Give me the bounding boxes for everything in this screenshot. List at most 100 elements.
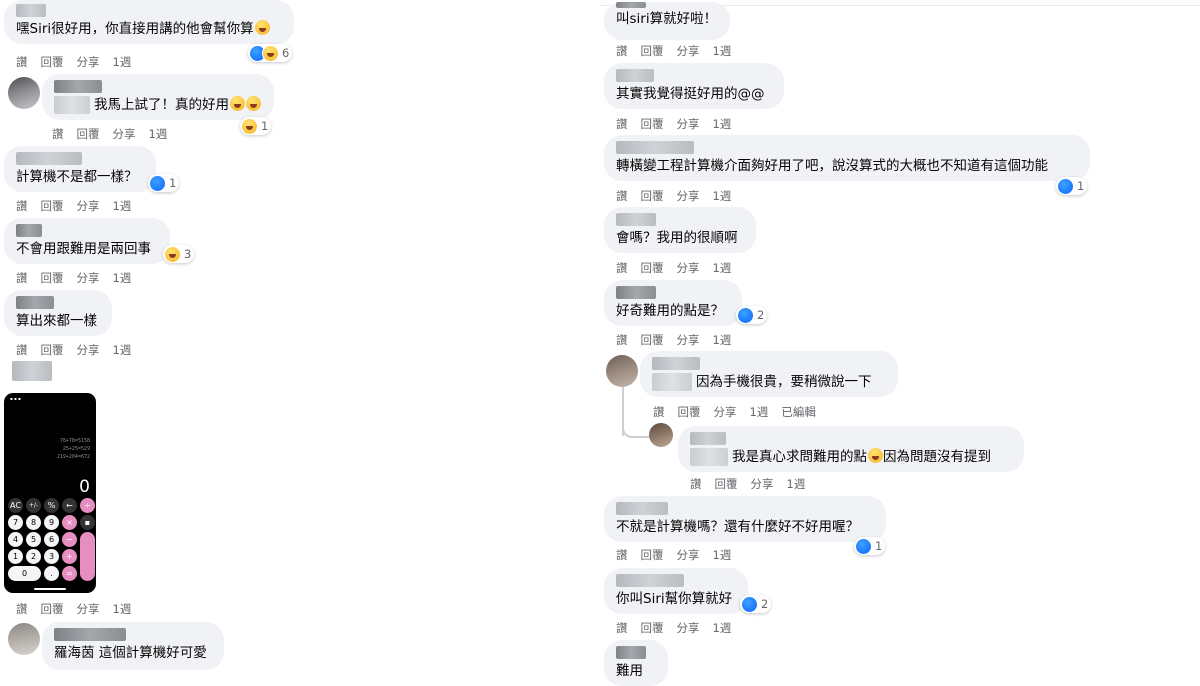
like-link[interactable]: 讚 bbox=[616, 548, 628, 562]
comment-bubble: 羅海茵 這個計算機好可愛 bbox=[42, 622, 224, 670]
timestamp[interactable]: 1週 bbox=[750, 405, 769, 419]
like-link[interactable]: 讚 bbox=[16, 271, 28, 285]
share-link[interactable]: 分享 bbox=[677, 548, 700, 562]
timestamp[interactable]: 1週 bbox=[713, 333, 732, 347]
reply-link[interactable]: 回覆 bbox=[41, 55, 64, 69]
share-link[interactable]: 分享 bbox=[677, 189, 700, 203]
reply-link[interactable]: 回覆 bbox=[715, 477, 738, 491]
share-link[interactable]: 分享 bbox=[677, 621, 700, 635]
share-link[interactable]: 分享 bbox=[77, 602, 100, 616]
author-name-blurred[interactable] bbox=[616, 574, 684, 587]
key-2: 2 bbox=[26, 549, 41, 564]
mention-blurred[interactable] bbox=[54, 96, 90, 114]
timestamp[interactable]: 1週 bbox=[113, 271, 132, 285]
reaction-summary[interactable]: 1 bbox=[854, 537, 886, 555]
reaction-summary[interactable]: 1 bbox=[1056, 177, 1088, 195]
author-name-blurred[interactable] bbox=[616, 213, 656, 226]
timestamp[interactable]: 1週 bbox=[113, 199, 132, 213]
like-link[interactable]: 讚 bbox=[616, 621, 628, 635]
timestamp[interactable]: 1週 bbox=[113, 55, 132, 69]
like-link[interactable]: 讚 bbox=[52, 127, 64, 141]
author-name-blurred[interactable] bbox=[16, 224, 42, 237]
reply-link[interactable]: 回覆 bbox=[77, 127, 100, 141]
reply-link[interactable]: 回覆 bbox=[641, 261, 664, 275]
like-link[interactable]: 讚 bbox=[16, 199, 28, 213]
like-link[interactable]: 讚 bbox=[616, 44, 628, 58]
author-name-blurred[interactable] bbox=[616, 286, 656, 299]
timestamp[interactable]: 1週 bbox=[713, 189, 732, 203]
author-name-blurred[interactable] bbox=[16, 152, 82, 165]
timestamp[interactable]: 1週 bbox=[113, 343, 132, 357]
comment-text: 羅海茵 這個計算機好可愛 bbox=[54, 645, 207, 661]
avatar[interactable] bbox=[8, 77, 40, 109]
reply-link[interactable]: 回覆 bbox=[41, 343, 64, 357]
reply-link[interactable]: 回覆 bbox=[678, 405, 701, 419]
share-link[interactable]: 分享 bbox=[77, 343, 100, 357]
reply-link[interactable]: 回覆 bbox=[641, 333, 664, 347]
like-link[interactable]: 讚 bbox=[616, 333, 628, 347]
timestamp[interactable]: 1週 bbox=[713, 548, 732, 562]
like-link[interactable]: 讚 bbox=[16, 602, 28, 616]
avatar[interactable] bbox=[649, 423, 673, 447]
share-link[interactable]: 分享 bbox=[77, 199, 100, 213]
author-name-blurred[interactable] bbox=[12, 361, 52, 381]
calculator-screenshot-image[interactable]: ▪ ▪ ▪ 78+78=5158 25+25=529 219+204=672 0… bbox=[4, 393, 96, 593]
reaction-summary[interactable]: 1 bbox=[240, 117, 272, 135]
reaction-summary[interactable]: 6 bbox=[248, 44, 293, 62]
reaction-summary[interactable]: 2 bbox=[740, 595, 772, 613]
mention-blurred[interactable] bbox=[690, 448, 728, 466]
reaction-summary[interactable]: 1 bbox=[148, 174, 180, 192]
like-link[interactable]: 讚 bbox=[690, 477, 702, 491]
avatar[interactable] bbox=[8, 623, 40, 655]
reaction-summary[interactable]: 2 bbox=[736, 306, 768, 324]
reply-link[interactable]: 回覆 bbox=[641, 621, 664, 635]
author-name-blurred[interactable] bbox=[616, 646, 646, 659]
like-link[interactable]: 讚 bbox=[653, 405, 665, 419]
author-name-blurred[interactable] bbox=[54, 80, 102, 93]
share-link[interactable]: 分享 bbox=[677, 261, 700, 275]
like-link[interactable]: 讚 bbox=[616, 117, 628, 131]
author-name-blurred[interactable] bbox=[616, 69, 654, 82]
share-link[interactable]: 分享 bbox=[77, 55, 100, 69]
author-name-blurred[interactable] bbox=[16, 296, 54, 309]
author-name-blurred[interactable] bbox=[652, 357, 700, 370]
author-name-blurred[interactable] bbox=[690, 432, 726, 445]
share-link[interactable]: 分享 bbox=[677, 44, 700, 58]
author-name-blurred[interactable] bbox=[616, 502, 668, 515]
like-link[interactable]: 讚 bbox=[616, 189, 628, 203]
timestamp[interactable]: 1週 bbox=[787, 477, 806, 491]
share-link[interactable]: 分享 bbox=[677, 333, 700, 347]
reply-link[interactable]: 回覆 bbox=[641, 548, 664, 562]
timestamp[interactable]: 1週 bbox=[713, 261, 732, 275]
author-name-blurred[interactable] bbox=[16, 4, 46, 17]
like-link[interactable]: 讚 bbox=[16, 55, 28, 69]
reply-link[interactable]: 回覆 bbox=[641, 117, 664, 131]
share-link[interactable]: 分享 bbox=[714, 405, 737, 419]
haha-reaction-icon bbox=[241, 117, 258, 135]
share-link[interactable]: 分享 bbox=[77, 271, 100, 285]
key-plus: + bbox=[62, 549, 77, 564]
comment-bubble: 難用 bbox=[604, 640, 668, 686]
timestamp[interactable]: 1週 bbox=[113, 602, 132, 616]
like-link[interactable]: 讚 bbox=[16, 343, 28, 357]
author-name-blurred[interactable] bbox=[616, 141, 694, 154]
reply-link[interactable]: 回覆 bbox=[641, 189, 664, 203]
like-link[interactable]: 讚 bbox=[616, 261, 628, 275]
timestamp[interactable]: 1週 bbox=[713, 621, 732, 635]
timestamp[interactable]: 1週 bbox=[713, 117, 732, 131]
reply-link[interactable]: 回覆 bbox=[41, 199, 64, 213]
mention-blurred[interactable] bbox=[652, 373, 692, 391]
reply-link[interactable]: 回覆 bbox=[41, 602, 64, 616]
avatar[interactable] bbox=[606, 355, 638, 387]
share-link[interactable]: 分享 bbox=[751, 477, 774, 491]
reply-link[interactable]: 回覆 bbox=[641, 44, 664, 58]
reaction-summary[interactable]: 3 bbox=[163, 245, 195, 263]
timestamp[interactable]: 1週 bbox=[713, 44, 732, 58]
share-link[interactable]: 分享 bbox=[677, 117, 700, 131]
comment-text: 難用 bbox=[616, 663, 643, 679]
author-name-blurred[interactable] bbox=[616, 2, 646, 8]
timestamp[interactable]: 1週 bbox=[149, 127, 168, 141]
reply-link[interactable]: 回覆 bbox=[41, 271, 64, 285]
share-link[interactable]: 分享 bbox=[113, 127, 136, 141]
author-name-blurred[interactable] bbox=[54, 628, 126, 641]
